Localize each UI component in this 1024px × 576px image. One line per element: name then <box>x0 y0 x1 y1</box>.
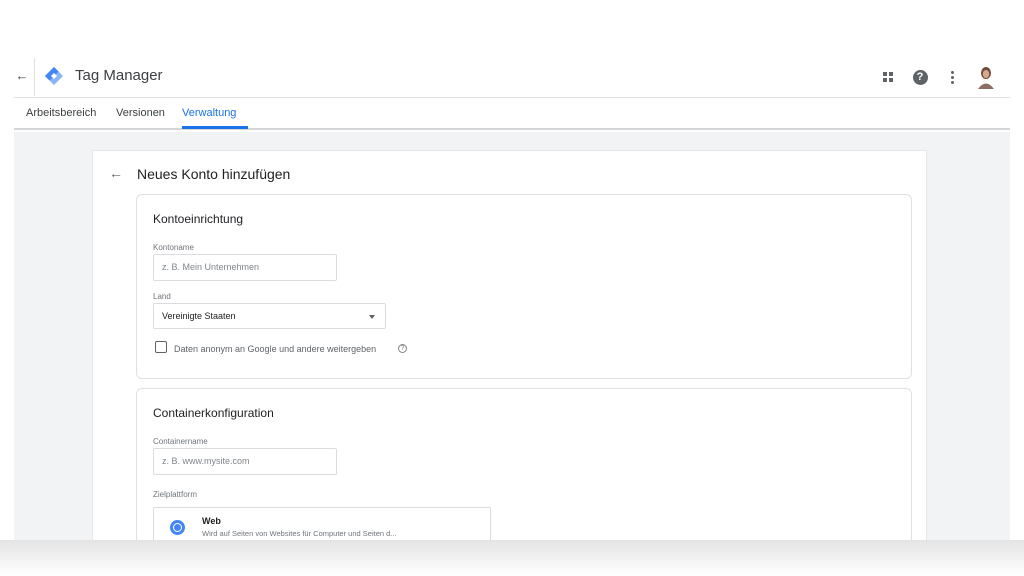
web-platform-icon <box>170 520 185 535</box>
country-label: Land <box>153 292 171 301</box>
target-platform-label: Zielplattform <box>153 490 198 499</box>
back-icon[interactable]: ← <box>14 66 30 86</box>
app-header: ← Tag Manager ? <box>14 56 1010 98</box>
country-select[interactable]: Vereinigte Staaten <box>153 303 386 329</box>
header-divider <box>34 58 35 96</box>
tab-bar: Arbeitsbereich Versionen Verwaltung <box>14 98 1010 130</box>
new-account-panel: ← Neues Konto hinzufügen Kontoeinrichtun… <box>92 150 927 550</box>
more-vert-icon[interactable] <box>944 69 960 85</box>
share-data-checkbox[interactable] <box>155 341 167 353</box>
account-name-input[interactable]: z. B. Mein Unternehmen <box>153 254 337 281</box>
active-tab-indicator <box>182 126 248 129</box>
account-setup-card: Kontoeinrichtung Kontoname z. B. Mein Un… <box>136 194 912 379</box>
panel-back-icon[interactable]: ← <box>109 165 123 181</box>
header-actions: ? <box>880 64 996 90</box>
platform-description: Wird auf Seiten von Websites für Compute… <box>202 529 397 538</box>
tab-arbeitsbereich[interactable]: Arbeitsbereich <box>26 107 96 119</box>
share-data-label: Daten anonym an Google und andere weiter… <box>174 344 377 354</box>
account-setup-title: Kontoeinrichtung <box>153 212 244 226</box>
app-title: Tag Manager <box>75 67 163 84</box>
country-value: Vereinigte Staaten <box>162 311 236 321</box>
container-name-label: Containername <box>153 437 208 446</box>
tab-verwaltung[interactable]: Verwaltung <box>182 107 236 119</box>
apps-grid-icon[interactable] <box>880 69 896 85</box>
viewport: ← Tag Manager ? Arbeitsbereich Versionen <box>0 0 1024 576</box>
container-name-input[interactable]: z. B. www.mysite.com <box>153 448 337 475</box>
container-setup-card: Containerkonfiguration Containername z. … <box>136 388 912 550</box>
avatar[interactable] <box>976 65 996 89</box>
account-name-label: Kontoname <box>153 243 194 252</box>
container-setup-title: Containerkonfiguration <box>153 406 274 420</box>
info-icon[interactable]: ? <box>398 344 407 353</box>
chevron-down-icon <box>369 315 375 319</box>
main-content: ← Neues Konto hinzufügen Kontoeinrichtun… <box>14 132 1010 550</box>
bottom-shadow <box>0 540 1024 576</box>
platform-title: Web <box>202 516 221 526</box>
tab-versionen[interactable]: Versionen <box>116 107 165 119</box>
page-title: Neues Konto hinzufügen <box>137 166 291 182</box>
tag-manager-logo-icon[interactable] <box>44 66 64 86</box>
help-icon[interactable]: ? <box>912 69 928 85</box>
